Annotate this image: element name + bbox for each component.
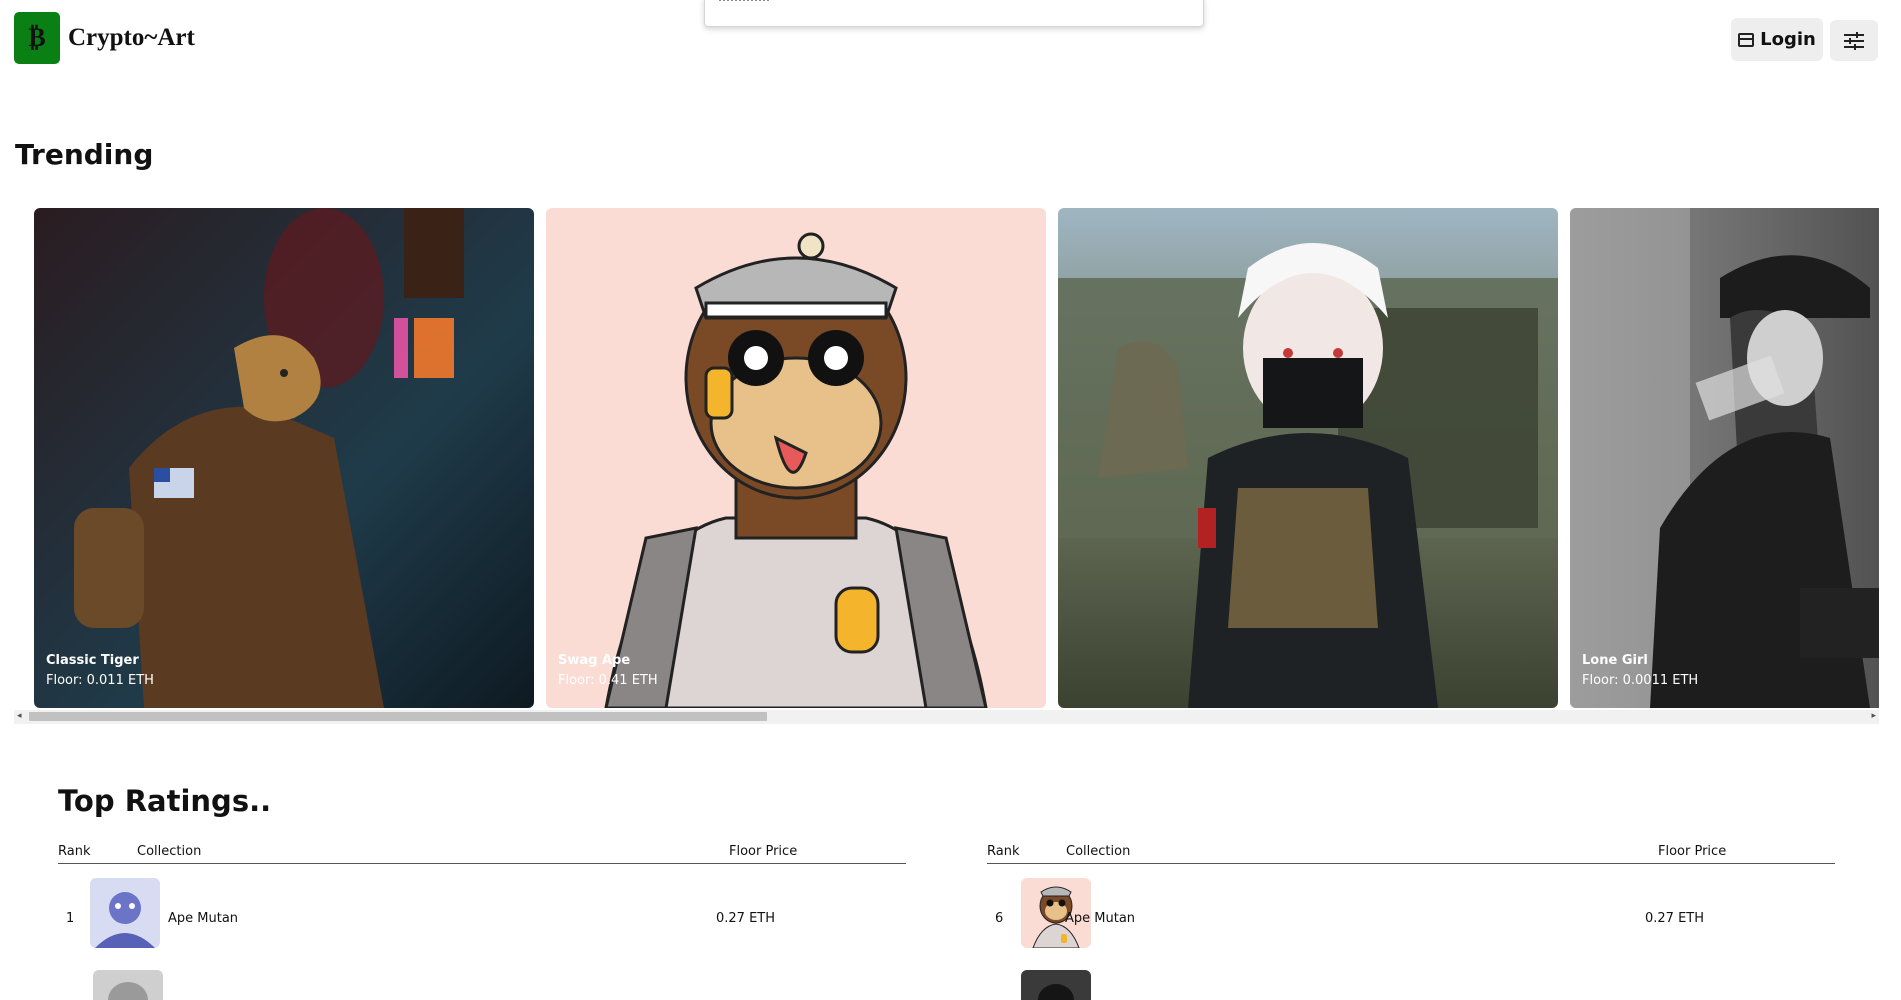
row-rank: 6 <box>995 911 1004 926</box>
collection-thumbnail <box>90 878 160 948</box>
table-header: Rank Collection Floor Price <box>987 841 1835 864</box>
brand-name: Crypto~Art <box>68 24 195 51</box>
col-rank: Rank <box>987 844 1020 859</box>
card-name: Swag Ape <box>558 653 631 668</box>
login-label: Login <box>1760 29 1816 50</box>
nft-image <box>1058 208 1558 708</box>
trending-card[interactable] <box>1058 208 1558 708</box>
login-button[interactable]: Login <box>1731 18 1823 61</box>
bitcoin-logo-icon: ₿ <box>14 12 60 64</box>
col-floor-price: Floor Price <box>1658 844 1727 859</box>
row-price: 0.27 ETH <box>1645 911 1705 926</box>
card-floor: Floor: 0.011 ETH <box>46 673 154 688</box>
card-floor: Floor: 0.0011 ETH <box>1582 673 1699 688</box>
col-rank: Rank <box>58 844 91 859</box>
scroll-right-icon[interactable]: ▸ <box>1871 711 1876 721</box>
trending-card[interactable]: Classic Tiger Floor: 0.011 ETH <box>34 208 534 708</box>
row-rank: 1 <box>66 911 75 926</box>
sliders-icon <box>1844 31 1864 50</box>
scroll-left-icon[interactable]: ◂ <box>17 711 22 721</box>
carousel-scrollbar[interactable]: ◂ ▸ <box>14 710 1879 724</box>
collection-thumbnail <box>1021 970 1091 1000</box>
trending-title: Trending <box>15 138 154 171</box>
ratings-table-left: Rank Collection Floor Price 1 Ape Mutan … <box>58 841 906 1000</box>
settings-button[interactable] <box>1830 20 1878 61</box>
overlay-popup <box>704 0 1204 27</box>
trending-card[interactable]: Lone Girl Floor: 0.0011 ETH <box>1570 208 1879 708</box>
row-collection: Ape Mutan <box>168 911 239 926</box>
ratings-title: Top Ratings.. <box>58 784 272 818</box>
row-price: 0.27 ETH <box>716 911 776 926</box>
trending-carousel[interactable]: Classic Tiger Floor: 0.011 ETH Swag Ape … <box>14 208 1879 710</box>
window-icon <box>1738 32 1755 47</box>
collection-thumbnail <box>93 970 163 1000</box>
card-name: Classic Tiger <box>46 653 139 668</box>
table-header: Rank Collection Floor Price <box>58 841 906 864</box>
card-floor: Floor: 0.41 ETH <box>558 673 658 688</box>
trending-card[interactable]: Swag Ape Floor: 0.41 ETH <box>546 208 1046 708</box>
col-floor-price: Floor Price <box>729 844 798 859</box>
nft-image <box>546 208 1046 708</box>
scrollbar-thumb[interactable] <box>29 712 767 721</box>
ratings-table-right: Rank Collection Floor Price 6 Ape Mutan … <box>987 841 1835 1000</box>
col-collection: Collection <box>1066 844 1131 859</box>
row-collection: Ape Mutan <box>1065 911 1136 926</box>
nft-image <box>1570 208 1879 708</box>
brand[interactable]: ₿ Crypto~Art <box>14 12 195 64</box>
card-name: Lone Girl <box>1582 653 1648 668</box>
col-collection: Collection <box>137 844 202 859</box>
nft-image <box>34 208 534 708</box>
